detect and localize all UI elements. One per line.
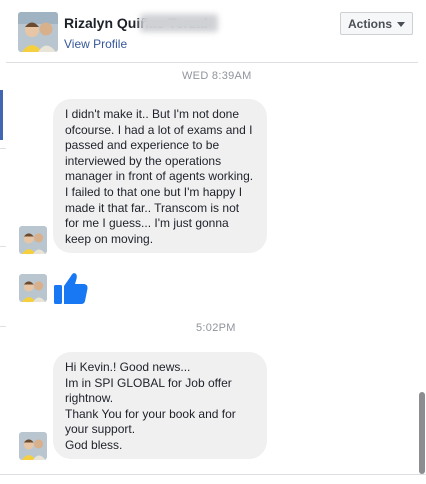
message-bubble[interactable]: Hi Kevin.! Good news... Im in SPI GLOBAL… [53,352,267,459]
redaction-blur [140,14,218,32]
message-line: God bless. [65,437,123,452]
message-timestamp: WED 8:39AM [182,70,252,82]
message-timestamp: 5:02PM [196,322,236,334]
composer-divider [0,474,426,475]
sender-avatar[interactable] [19,274,47,302]
message-line: Im in SPI GLOBAL for Job offer rightnow. [65,375,232,406]
thumbs-up-icon[interactable] [53,270,89,306]
actions-button[interactable]: Actions [340,12,413,35]
message-bubble[interactable]: I didn't make it.. But I'm not done ofco… [53,99,267,253]
message-line: Hi Kevin.! Good news... [65,360,191,374]
view-profile-link[interactable]: View Profile [64,37,127,51]
actions-label: Actions [347,16,392,31]
scrollbar-thumb[interactable] [419,392,425,474]
chevron-down-icon [397,22,405,27]
conversation-header: Rizalyn Quiñas Terzal View Profile Actio… [0,0,426,63]
message-line: Thank You for your book and for your sup… [65,406,236,437]
contact-avatar[interactable] [18,12,58,52]
message-text: I didn't make it.. But I'm not done ofco… [65,107,254,246]
left-rail-divider [0,246,6,247]
sender-avatar[interactable] [19,226,47,254]
sender-avatar[interactable] [19,432,47,460]
left-rail-accent [0,90,3,140]
left-rail-divider [0,326,6,327]
left-rail-divider [0,148,6,149]
